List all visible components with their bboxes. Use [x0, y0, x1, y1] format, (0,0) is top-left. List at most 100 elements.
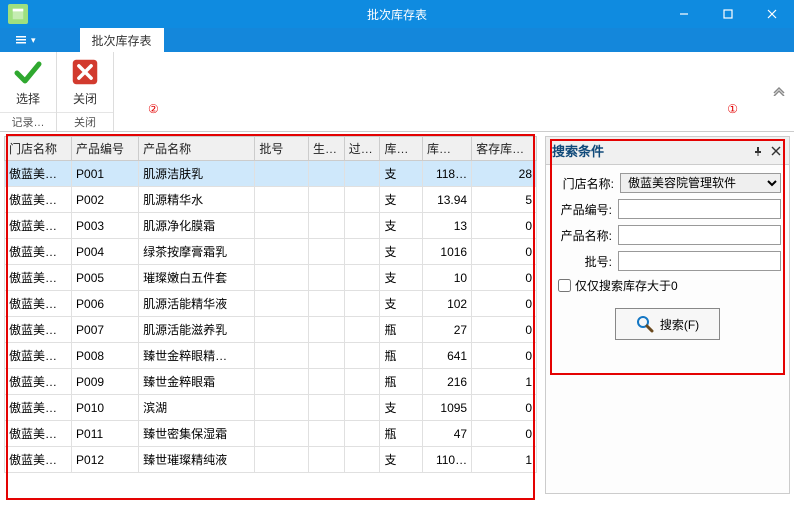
col-header-8[interactable]: 客存库…	[472, 137, 537, 161]
cell: 0	[472, 343, 537, 369]
cell: 肌源精华水	[139, 187, 255, 213]
cell: 绿茶按摩膏霜乳	[139, 239, 255, 265]
close-button[interactable]	[750, 0, 794, 28]
search-panel-header: 搜索条件	[546, 137, 789, 165]
content-area: 门店名称产品编号产品名称批号生…过…库…库…客存库… 傲蓝美…P001肌源洁肤乳…	[0, 132, 794, 518]
table-row[interactable]: 傲蓝美…P010滨湖支10950	[5, 395, 537, 421]
cell: 5	[472, 187, 537, 213]
cell	[255, 239, 309, 265]
cell: 0	[472, 317, 537, 343]
table-row[interactable]: 傲蓝美…P002肌源精华水支13.945	[5, 187, 537, 213]
close-tool-button[interactable]: 关闭	[69, 56, 101, 107]
cell	[308, 291, 344, 317]
search-icon	[636, 315, 654, 333]
chevron-down-icon: ▾	[31, 35, 36, 46]
titlebar: 批次库存表	[0, 0, 794, 28]
cell	[308, 369, 344, 395]
cell: 0	[472, 265, 537, 291]
minimize-button[interactable]	[662, 0, 706, 28]
cell: 瓶	[380, 317, 422, 343]
cell	[308, 343, 344, 369]
cell	[255, 187, 309, 213]
collapse-ribbon-button[interactable]	[772, 85, 786, 99]
cell: P006	[72, 291, 139, 317]
close-label: 关闭	[73, 90, 97, 107]
cell	[255, 395, 309, 421]
cell: 滨湖	[139, 395, 255, 421]
close-red-icon	[69, 56, 101, 88]
cell: 118…	[422, 161, 471, 187]
col-header-0[interactable]: 门店名称	[5, 137, 72, 161]
search-button-label: 搜索(F)	[660, 316, 699, 333]
cell: 0	[472, 291, 537, 317]
cell: P008	[72, 343, 139, 369]
table-row[interactable]: 傲蓝美…P009臻世金粹眼霜瓶2161	[5, 369, 537, 395]
cell: 13.94	[422, 187, 471, 213]
col-header-2[interactable]: 产品名称	[139, 137, 255, 161]
cell	[308, 161, 344, 187]
cell: P010	[72, 395, 139, 421]
cell	[255, 421, 309, 447]
table-row[interactable]: 傲蓝美…P007肌源活能滋养乳瓶270	[5, 317, 537, 343]
cell: 傲蓝美…	[5, 447, 72, 473]
cell: P012	[72, 447, 139, 473]
cell	[344, 161, 380, 187]
cell	[344, 187, 380, 213]
table-row[interactable]: 傲蓝美…P003肌源净化膜霜支130	[5, 213, 537, 239]
pin-icon[interactable]	[751, 144, 765, 158]
cell: 傲蓝美…	[5, 265, 72, 291]
col-header-1[interactable]: 产品编号	[72, 137, 139, 161]
cell: 傲蓝美…	[5, 395, 72, 421]
tab-batch-inventory[interactable]: 批次库存表	[80, 28, 164, 52]
group-caption-close: 关闭	[57, 112, 113, 131]
panel-close-button[interactable]	[769, 144, 783, 158]
cell: 肌源活能精华液	[139, 291, 255, 317]
col-header-4[interactable]: 生…	[308, 137, 344, 161]
cell	[308, 239, 344, 265]
cell	[255, 343, 309, 369]
search-button[interactable]: 搜索(F)	[615, 308, 720, 340]
cell: P004	[72, 239, 139, 265]
table-row[interactable]: 傲蓝美…P012臻世璀璨精纯液支110…1	[5, 447, 537, 473]
cell: 傲蓝美…	[5, 187, 72, 213]
col-header-5[interactable]: 过…	[344, 137, 380, 161]
cell	[344, 343, 380, 369]
select-button[interactable]: 选择	[12, 56, 44, 107]
table-row[interactable]: 傲蓝美…P008臻世金粹眼精…瓶6410	[5, 343, 537, 369]
table-row[interactable]: 傲蓝美…P004绿茶按摩膏霜乳支10160	[5, 239, 537, 265]
col-header-3[interactable]: 批号	[255, 137, 309, 161]
window-title: 批次库存表	[367, 6, 427, 23]
code-input[interactable]	[618, 199, 781, 219]
cell: 10	[422, 265, 471, 291]
cell: P001	[72, 161, 139, 187]
search-panel-title: 搜索条件	[552, 141, 747, 160]
cell: 110…	[422, 447, 471, 473]
cell: 支	[380, 213, 422, 239]
cell: 傲蓝美…	[5, 161, 72, 187]
table-row[interactable]: 傲蓝美…P001肌源洁肤乳支118…28	[5, 161, 537, 187]
only-stock-checkbox[interactable]	[558, 279, 571, 292]
col-header-6[interactable]: 库…	[380, 137, 422, 161]
cell	[308, 447, 344, 473]
cell: P011	[72, 421, 139, 447]
ribbon: ▾ 批次库存表	[0, 28, 794, 52]
file-menu-button[interactable]: ▾	[8, 28, 42, 52]
table-row[interactable]: 傲蓝美…P005璀璨嫩白五件套支100	[5, 265, 537, 291]
maximize-button[interactable]	[706, 0, 750, 28]
name-input[interactable]	[618, 225, 781, 245]
toolbar-group-record: 选择 记录…	[0, 52, 57, 131]
col-header-7[interactable]: 库…	[422, 137, 471, 161]
table-row[interactable]: 傲蓝美…P011臻世密集保湿霜瓶470	[5, 421, 537, 447]
table-row[interactable]: 傲蓝美…P006肌源活能精华液支1020	[5, 291, 537, 317]
search-panel: 搜索条件 门店名称: 傲蓝美容院管理软件 产品编号: 产品名称: 批号:	[545, 136, 790, 494]
cell: 傲蓝美…	[5, 317, 72, 343]
cell: 0	[472, 421, 537, 447]
cell: 璀璨嫩白五件套	[139, 265, 255, 291]
store-select[interactable]: 傲蓝美容院管理软件	[620, 173, 781, 193]
cell	[255, 291, 309, 317]
cell: 0	[472, 239, 537, 265]
store-label: 门店名称:	[554, 175, 614, 192]
cell: 102	[422, 291, 471, 317]
batch-input[interactable]	[618, 251, 781, 271]
cell: 瓶	[380, 421, 422, 447]
